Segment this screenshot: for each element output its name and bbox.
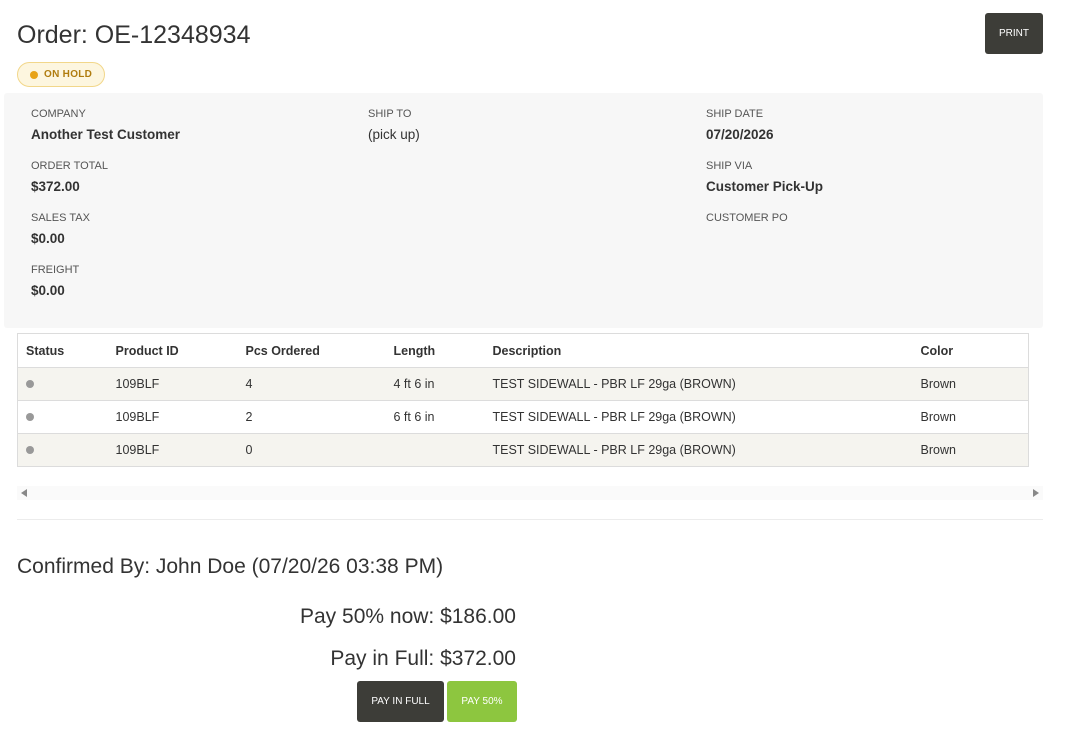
description-cell: TEST SIDEWALL - PBR LF 29ga (BROWN) (484, 400, 913, 434)
ship-date-label: SHIP DATE (706, 108, 764, 120)
ship-to-field: SHIP TO (pick up) (368, 107, 420, 144)
ship-date-field: SHIP DATE 07/20/2026 (706, 107, 774, 144)
ship-via-field: SHIP VIA Customer Pick-Up (706, 159, 823, 196)
product-id-cell: 109BLF (107, 433, 238, 467)
column-header-product-id[interactable]: Product ID (107, 333, 238, 368)
sales-tax-label: SALES TAX (31, 212, 90, 224)
status-dot-icon (30, 70, 38, 79)
column-header-description[interactable]: Description (484, 333, 913, 368)
column-header-color[interactable]: Color (912, 333, 1029, 368)
product-id-cell: 109BLF (107, 400, 238, 434)
pay-50-percent-button[interactable]: PAY 50% (447, 681, 517, 722)
pay-in-full-button[interactable]: PAY IN FULL (357, 681, 444, 722)
status-dot-icon (26, 413, 34, 421)
row-status-cell (17, 367, 108, 401)
horizontal-scrollbar[interactable] (17, 486, 1043, 500)
print-button[interactable]: PRINT (985, 13, 1043, 54)
sales-tax-field: SALES TAX $0.00 (31, 211, 90, 248)
section-divider (17, 519, 1043, 520)
freight-label: FREIGHT (31, 264, 80, 276)
status-badge: ON HOLD (17, 62, 106, 87)
table-header-row: Status Product ID Pcs Ordered Length Des… (17, 333, 1029, 368)
color-cell: Brown (912, 400, 1029, 434)
column-header-length[interactable]: Length (385, 333, 485, 368)
table-row[interactable]: 109BLF 2 6 ft 6 in TEST SIDEWALL - PBR L… (17, 400, 1029, 434)
scroll-left-arrow-icon[interactable] (21, 489, 27, 497)
customer-po-field: CUSTOMER PO (706, 211, 788, 230)
company-label: COMPANY (31, 108, 86, 120)
ship-via-value: Customer Pick-Up (706, 179, 824, 194)
column-header-pcs-ordered[interactable]: Pcs Ordered (237, 333, 386, 368)
order-total-value: $372.00 (31, 179, 80, 194)
customer-po-label: CUSTOMER PO (706, 212, 788, 224)
freight-field: FREIGHT $0.00 (31, 263, 79, 300)
order-total-label: ORDER TOTAL (31, 160, 109, 172)
ship-to-label: SHIP TO (368, 108, 412, 120)
product-id-cell: 109BLF (107, 367, 238, 401)
pay-half-amount: Pay 50% now: $186.00 (300, 605, 516, 628)
order-lines-table: Status Product ID Pcs Ordered Length Des… (17, 333, 1029, 467)
table-row[interactable]: 109BLF 0 TEST SIDEWALL - PBR LF 29ga (BR… (17, 433, 1029, 467)
page-title: Order: OE-12348934 (17, 21, 251, 49)
pcs-ordered-cell: 2 (237, 400, 386, 434)
column-header-status[interactable]: Status (17, 333, 108, 368)
length-cell: 4 ft 6 in (385, 367, 485, 401)
description-cell: TEST SIDEWALL - PBR LF 29ga (BROWN) (484, 433, 913, 467)
confirmed-by-text: Confirmed By: John Doe (07/20/26 03:38 P… (17, 555, 444, 578)
row-status-cell (17, 433, 108, 467)
status-dot-icon (26, 380, 34, 388)
table-row[interactable]: 109BLF 4 4 ft 6 in TEST SIDEWALL - PBR L… (17, 367, 1029, 401)
freight-value: $0.00 (31, 283, 65, 298)
row-status-cell (17, 400, 108, 434)
length-cell (385, 433, 485, 467)
scroll-right-arrow-icon[interactable] (1033, 489, 1039, 497)
description-cell: TEST SIDEWALL - PBR LF 29ga (BROWN) (484, 367, 913, 401)
order-lines-table-container: Status Product ID Pcs Ordered Length Des… (17, 333, 1029, 467)
pcs-ordered-cell: 0 (237, 433, 386, 467)
ship-to-value: (pick up) (368, 127, 420, 142)
company-field: COMPANY Another Test Customer (31, 107, 180, 144)
company-value: Another Test Customer (31, 127, 181, 142)
status-badge-label: ON HOLD (44, 69, 93, 80)
color-cell: Brown (912, 433, 1029, 467)
pcs-ordered-cell: 4 (237, 367, 386, 401)
pay-full-amount: Pay in Full: $372.00 (330, 647, 516, 670)
payment-buttons: PAY IN FULL PAY 50% (357, 681, 517, 722)
order-info-panel: COMPANY Another Test Customer ORDER TOTA… (4, 93, 1043, 328)
length-cell: 6 ft 6 in (385, 400, 485, 434)
sales-tax-value: $0.00 (31, 231, 65, 246)
ship-via-label: SHIP VIA (706, 160, 753, 172)
status-dot-icon (26, 446, 34, 454)
ship-date-value: 07/20/2026 (706, 127, 774, 142)
order-total-field: ORDER TOTAL $372.00 (31, 159, 108, 196)
color-cell: Brown (912, 367, 1029, 401)
